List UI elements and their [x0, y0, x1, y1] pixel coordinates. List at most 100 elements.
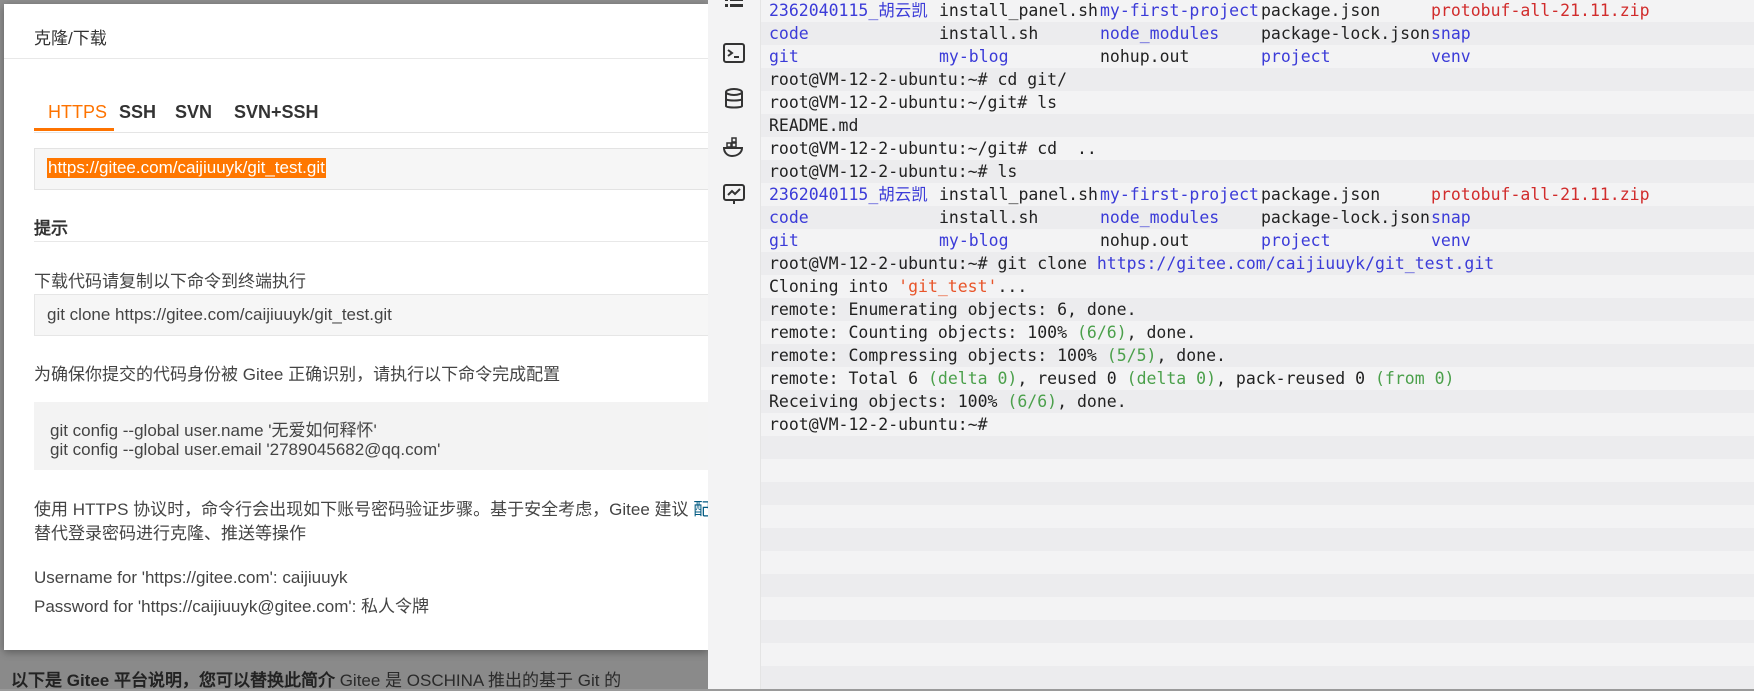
docker-icon[interactable] [721, 134, 747, 160]
ls-entry: 2362040115_胡云凯 [769, 185, 928, 204]
ls-entry: protobuf-all-21.11.zip [1431, 185, 1650, 204]
command-text: git clone [987, 254, 1097, 273]
ls-entry: install.sh [939, 24, 1039, 43]
username-prompt-example: Username for 'https://gitee.com': caijiu… [34, 568, 348, 587]
clone-command-text[interactable]: git clone https://gitee.com/caijiuuyk/gi… [47, 305, 392, 325]
hint-heading: 提示 [34, 219, 68, 238]
ls-entry: nohup.out [1100, 231, 1190, 250]
private-token-link[interactable]: 配 [693, 500, 708, 519]
shell-prompt: root@VM-12-2-ubuntu:~# [769, 415, 988, 434]
terminal-line: root@VM-12-2-ubuntu:~# cd git/ [761, 68, 1754, 91]
terminal-line: root@VM-12-2-ubuntu:~/git# ls [761, 91, 1754, 114]
output-text: Cloning into [769, 277, 899, 296]
terminal-line: code install.sh node_modules package-loc… [761, 22, 1754, 45]
git-config-codeblock[interactable]: git config --global user.name '无爱如何释怀' g… [34, 402, 708, 470]
ls-entry: protobuf-all-21.11.zip [1431, 1, 1650, 20]
intro-bold: 以下是 Gitee 平台说明，您可以替换此简介 [11, 671, 335, 690]
terminal-empty-line [761, 482, 1754, 505]
repo-name: 'git_test' [898, 277, 998, 296]
terminal-line: root@VM-12-2-ubuntu:~# [761, 413, 1754, 436]
terminal-line: root@VM-12-2-ubuntu:~# git clone https:/… [761, 252, 1754, 275]
ls-entry: my-first-project [1100, 185, 1259, 204]
download-instruction: 下载代码请复制以下命令到终端执行 [34, 272, 306, 291]
ls-entry: node_modules [1100, 208, 1220, 227]
terminal-empty-line [761, 505, 1754, 528]
command-text: ls [1027, 93, 1058, 112]
ls-entry: git [769, 231, 799, 250]
output-text: remote: Compressing objects: 100% [769, 346, 1107, 365]
tab-ssh[interactable]: SSH [119, 102, 156, 123]
active-tab-indicator [34, 128, 114, 131]
https-auth-note: 使用 HTTPS 协议时，命令行会出现如下账号密码验证步骤。基于安全考虑，Git… [34, 498, 708, 546]
divider [34, 241, 708, 242]
terminal-line: root@VM-12-2-ubuntu:~# ls [761, 160, 1754, 183]
output-count: (6/6) [1076, 323, 1127, 342]
ls-entry: snap [1431, 24, 1471, 43]
output-count: (from 0) [1375, 369, 1455, 388]
output-text: remote: Enumerating objects: 6, done. [769, 300, 1137, 319]
command-text: cd git/ [987, 70, 1068, 89]
clone-download-dialog: 克隆/下载 HTTPS SSH SVN SVN+SSH https://gite… [4, 4, 708, 650]
list-icon[interactable] [721, 0, 747, 18]
terminal-empty-line [761, 666, 1754, 689]
terminal-output[interactable]: 2362040115_胡云凯 install_panel.sh my-first… [761, 0, 1754, 689]
terminal-icon[interactable] [721, 40, 747, 66]
terminal-line: git my-blog nohup.out project venv [761, 45, 1754, 68]
terminal-empty-line [761, 620, 1754, 643]
output-count: (delta 0) [1126, 369, 1217, 388]
output-text: Receiving objects: 100% [769, 392, 1008, 411]
output-count: (6/6) [1007, 392, 1058, 411]
password-prompt-example: Password for 'https://caijiuuyk@gitee.co… [34, 597, 430, 616]
terminal-empty-line [761, 528, 1754, 551]
terminal-pane: 2362040115_胡云凯 install_panel.sh my-first… [708, 0, 1754, 689]
terminal-line: 2362040115_胡云凯 install_panel.sh my-first… [761, 0, 1754, 22]
terminal-line: Receiving objects: 100% (6/6), done. [761, 390, 1754, 413]
ls-entry: install_panel.sh [939, 1, 1098, 20]
shell-prompt: root@VM-12-2-ubuntu:~# [769, 254, 988, 273]
ls-entry: 2362040115_胡云凯 [769, 1, 928, 20]
terminal-empty-line [761, 597, 1754, 620]
database-icon[interactable] [721, 86, 747, 112]
ls-entry: my-blog [939, 231, 1009, 250]
terminal-line: remote: Counting objects: 100% (6/6), do… [761, 321, 1754, 344]
dialog-title: 克隆/下载 [34, 29, 107, 48]
ls-entry: code [769, 208, 809, 227]
protocol-tabs: HTTPS SSH SVN SVN+SSH [34, 90, 708, 133]
output-text: remote: Total 6 [769, 369, 928, 388]
ls-entry: my-first-project [1100, 1, 1259, 20]
terminal-line: Cloning into 'git_test'... [761, 275, 1754, 298]
output-text: , pack-reused 0 [1216, 369, 1375, 388]
tab-https[interactable]: HTTPS [48, 102, 107, 123]
https-note-text-2: 替代登录密码进行克隆、推送等操作 [34, 524, 306, 543]
shell-prompt: root@VM-12-2-ubuntu:~/git# [769, 139, 1028, 158]
ls-entry: package.json [1261, 185, 1381, 204]
clone-url-field[interactable]: https://gitee.com/caijiuuyk/git_test.git [34, 148, 708, 190]
config-email-command: git config --global user.email '27890456… [50, 440, 441, 459]
ls-entry: git [769, 47, 799, 66]
ls-entry: snap [1431, 208, 1471, 227]
terminal-line: remote: Compressing objects: 100% (5/5),… [761, 344, 1754, 367]
https-note-text: 使用 HTTPS 协议时，命令行会出现如下账号密码验证步骤。基于安全考虑，Git… [34, 500, 694, 519]
shell-prompt: root@VM-12-2-ubuntu:~/git# [769, 93, 1028, 112]
shell-prompt: root@VM-12-2-ubuntu:~# [769, 70, 988, 89]
tab-svn-ssh[interactable]: SVN+SSH [234, 102, 319, 123]
tab-svn[interactable]: SVN [175, 102, 212, 123]
ls-entry: node_modules [1100, 24, 1220, 43]
terminal-line: remote: Enumerating objects: 6, done. [761, 298, 1754, 321]
terminal-empty-line [761, 436, 1754, 459]
config-username-command: git config --global user.name '无爱如何释怀' [50, 421, 377, 440]
ls-entry: nohup.out [1100, 47, 1190, 66]
terminal-empty-line [761, 459, 1754, 482]
output-text: , reused 0 [1017, 369, 1127, 388]
command-text: cd .. [1027, 139, 1097, 158]
ls-entry: my-blog [939, 47, 1009, 66]
ls-entry: README.md [769, 116, 859, 135]
clone-url-link[interactable]: https://gitee.com/caijiuuyk/git_test.git [1097, 254, 1494, 273]
dialog-header [4, 4, 708, 59]
clone-url-selected-text[interactable]: https://gitee.com/caijiuuyk/git_test.git [47, 158, 326, 178]
output-text: , done. [1057, 392, 1127, 411]
monitor-icon[interactable] [721, 181, 747, 207]
clone-command-field[interactable]: git clone https://gitee.com/caijiuuyk/gi… [34, 294, 708, 336]
ls-entry: package-lock.json [1261, 24, 1430, 43]
config-instruction: 为确保你提交的代码身份被 Gitee 正确识别，请执行以下命令完成配置 [34, 365, 561, 384]
